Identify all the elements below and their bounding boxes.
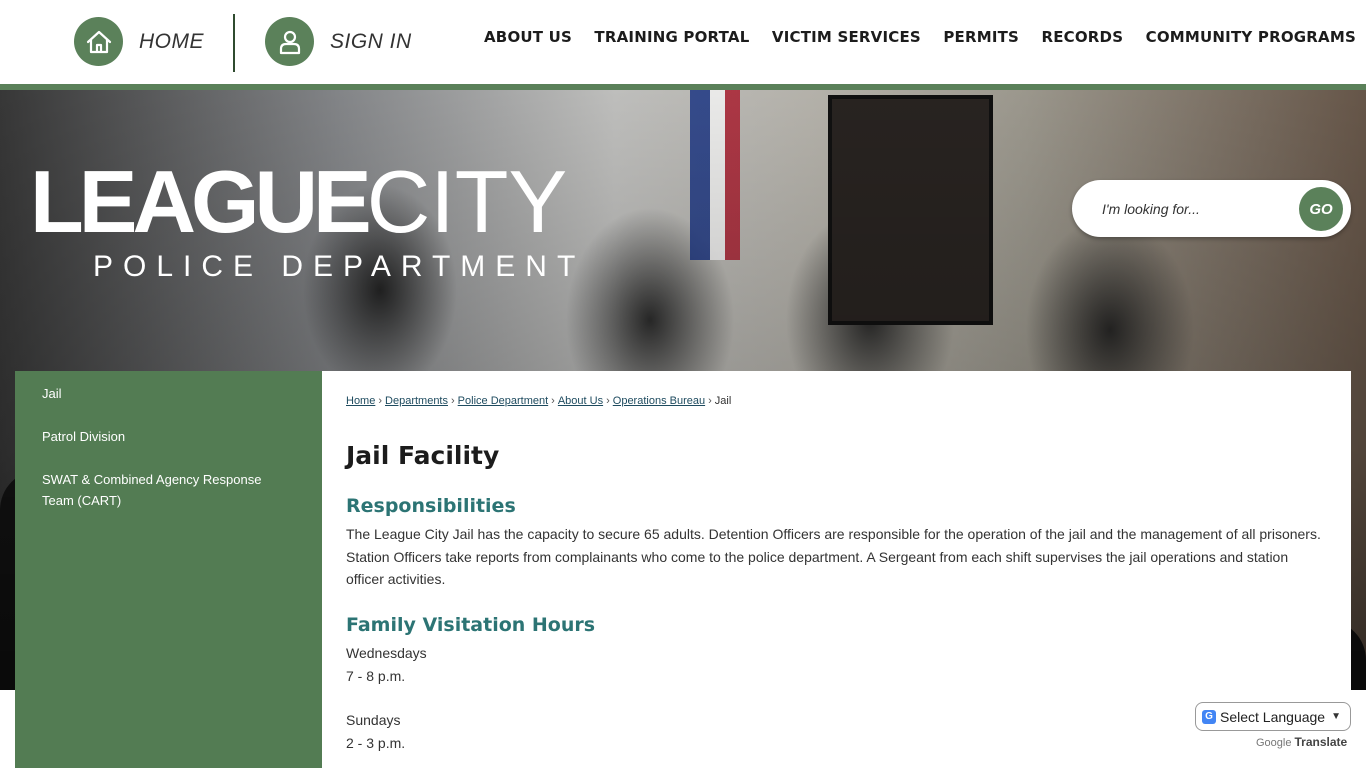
logo-subtitle: POLICE DEPARTMENT — [93, 250, 586, 283]
nav-permits[interactable]: PERMITS — [939, 28, 1023, 46]
nav-victim-services[interactable]: VICTIM SERVICES — [768, 28, 925, 46]
visitation-day: Sundays — [346, 712, 401, 728]
chevron-down-icon: ▼ — [1331, 711, 1341, 722]
visitation-heading: Family Visitation Hours — [346, 614, 596, 636]
search-input[interactable] — [1102, 197, 1292, 221]
site-header: HOME SIGN IN ABOUT US TRAINING PORTAL VI… — [0, 0, 1366, 85]
logo-word-city: CITY — [366, 152, 568, 251]
powered-by-google-translate[interactable]: Google Translate — [1256, 735, 1347, 749]
nav-training-portal[interactable]: TRAINING PORTAL — [590, 28, 753, 46]
language-select[interactable]: G Select Language ▼ — [1195, 702, 1351, 731]
home-label: HOME — [139, 29, 204, 53]
search-go-button[interactable]: GO — [1299, 187, 1343, 231]
home-link[interactable]: HOME — [74, 17, 204, 66]
sign-in-link[interactable]: SIGN IN — [265, 17, 412, 66]
header-divider — [233, 14, 235, 72]
nav-community-programs[interactable]: COMMUNITY PROGRAMS — [1142, 28, 1360, 46]
sidebar-item-jail[interactable]: Jail — [42, 383, 282, 404]
breadcrumb-home[interactable]: Home — [346, 395, 375, 407]
logo-word-league: LEAGUE — [30, 152, 372, 251]
sidebar-item-swat-cart[interactable]: SWAT & Combined Agency Response Team (CA… — [42, 469, 282, 511]
breadcrumb-departments[interactable]: Departments — [385, 395, 448, 407]
visitation-day: Wednesdays — [346, 645, 427, 661]
breadcrumb-current: Jail — [714, 395, 732, 407]
sidebar-item-patrol-division[interactable]: Patrol Division — [42, 426, 282, 447]
visitation-time: 2 - 3 p.m. — [346, 735, 406, 751]
breadcrumb-operations-bureau[interactable]: Operations Bureau — [613, 395, 705, 407]
home-icon — [74, 17, 123, 66]
visitation-time: 7 - 8 p.m. — [346, 668, 406, 684]
sign-in-label: SIGN IN — [330, 29, 412, 53]
nav-records[interactable]: RECORDS — [1037, 28, 1127, 46]
user-icon — [265, 17, 314, 66]
google-label: Google — [1256, 737, 1292, 749]
breadcrumb-about-us[interactable]: About Us — [558, 395, 603, 407]
google-translate-icon: G — [1202, 709, 1216, 724]
translate-label: Translate — [1294, 735, 1348, 749]
page-title: Jail Facility — [346, 441, 500, 470]
breadcrumb-police-department[interactable]: Police Department — [458, 395, 549, 407]
language-select-label: Select Language — [1220, 708, 1326, 725]
sidebar-nav: Jail Patrol Division SWAT & Combined Age… — [15, 371, 322, 768]
responsibilities-text: The League City Jail has the capacity to… — [346, 526, 1321, 587]
nav-about-us[interactable]: ABOUT US — [480, 28, 576, 46]
responsibilities-heading: Responsibilities — [346, 495, 516, 517]
main-navigation: ABOUT US TRAINING PORTAL VICTIM SERVICES… — [480, 28, 1360, 46]
breadcrumb: Home › Departments › Police Department › About… — [346, 395, 732, 407]
site-logo[interactable]: LEAGUECITY — [30, 158, 567, 246]
